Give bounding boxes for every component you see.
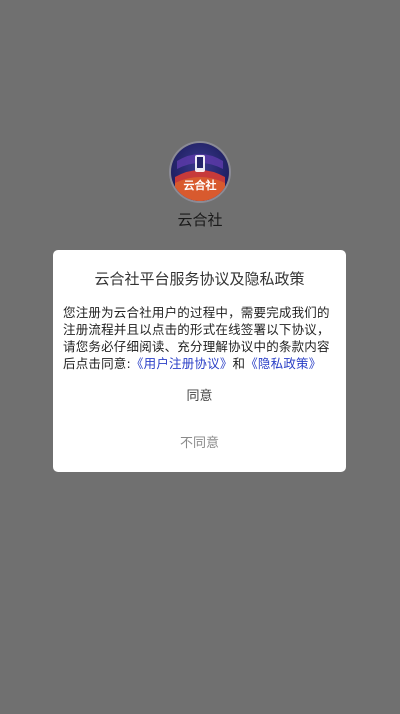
app-logo-icon: 云合社 [171,143,229,201]
disagree-button[interactable]: 不同意 [53,432,346,451]
app-name: 云合社 [177,211,223,229]
dialog-title: 云合社平台服务协议及隐私政策 [94,270,305,288]
conjunction-text: 和 [232,356,246,371]
user-agreement-link[interactable]: 《用户注册协议》 [131,356,233,371]
agreement-dialog: 云合社平台服务协议及隐私政策 您注册为云合社用户的过程中，需要完成我们的注册流程… [53,250,346,472]
splash-screen: 云合社 云合社 云合社平台服务协议及隐私政策 您注册为云合社用户的过程中，需要完… [0,0,400,714]
agree-button[interactable]: 同意 [53,385,346,404]
dialog-body: 您注册为云合社用户的过程中，需要完成我们的注册流程并且以点击的形式在线签署以下协… [63,304,339,372]
app-logo-text: 云合社 [183,179,217,192]
privacy-policy-link[interactable]: 《隐私政策》 [245,356,321,371]
